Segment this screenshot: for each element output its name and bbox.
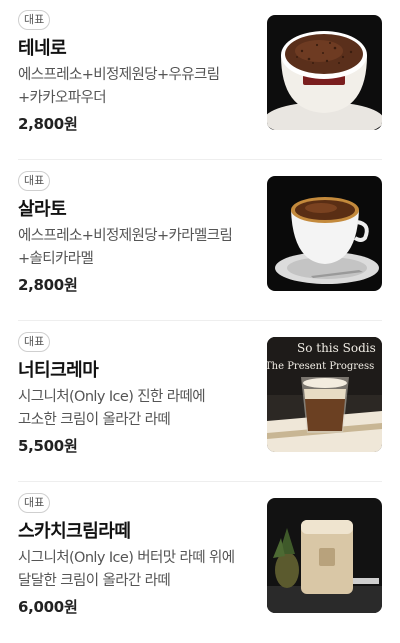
divider — [18, 481, 382, 482]
menu-item-tenero[interactable]: 대표 테네로 에스프레소+비정제원당+우유크림+카카오파우더 2,800원 — [0, 0, 400, 160]
menu-item-photo[interactable] — [267, 176, 382, 291]
menu-item-name: 스카치크림라떼 — [18, 521, 131, 542]
signature-badge: 대표 — [18, 171, 51, 191]
signature-badge: 대표 — [18, 493, 51, 513]
divider — [18, 320, 382, 321]
menu-item-photo[interactable]: So this Sodis The Present Progress — [267, 337, 382, 452]
menu-item-name: 테네로 — [18, 38, 67, 59]
menu-item-photo[interactable] — [267, 15, 382, 130]
menu-item-nutty-crema[interactable]: 대표 너티크레마 시그니처(Only Ice) 진한 라떼에 고소한 크림이 올… — [0, 322, 400, 482]
menu-item-name: 너티크레마 — [18, 360, 99, 381]
menu-item-name: 살라토 — [18, 199, 67, 220]
menu-item-description: 시그니처(Only Ice) 진한 라떼에 고소한 크림이 올라간 라떼 — [18, 389, 206, 428]
photo-text: The Present Progress — [267, 361, 374, 372]
menu-item-salato[interactable]: 대표 살라토 에스프레소+비정제원당+카라멜크림+솔티카라멜 2,800원 — [0, 161, 400, 321]
menu-item-price: 5,500원 — [18, 437, 78, 455]
photo-text: So this Sodis — [297, 341, 376, 355]
menu-item-description: 에스프레소+비정제원당+카라멜크림+솔티카라멜 — [18, 228, 233, 267]
menu-item-price: 6,000원 — [18, 598, 78, 616]
menu-list: 대표 테네로 에스프레소+비정제원당+우유크림+카카오파우더 2,800원 대표… — [0, 0, 400, 633]
signature-badge: 대표 — [18, 10, 51, 30]
menu-item-photo[interactable] — [267, 498, 382, 613]
signature-badge: 대표 — [18, 332, 51, 352]
menu-item-scotch-cream-latte[interactable]: 대표 스카치크림라떼 시그니처(Only Ice) 버터맛 라떼 위에 달달한 … — [0, 483, 400, 643]
scotch-cream-latte-photo — [267, 498, 382, 613]
nutty-crema-photo: So this Sodis The Present Progress — [267, 337, 382, 452]
salato-photo — [267, 176, 382, 291]
menu-item-price: 2,800원 — [18, 276, 78, 294]
menu-item-description: 에스프레소+비정제원당+우유크림+카카오파우더 — [18, 67, 220, 106]
divider — [18, 159, 382, 160]
menu-item-price: 2,800원 — [18, 115, 78, 133]
menu-item-description: 시그니처(Only Ice) 버터맛 라떼 위에 달달한 크림이 올라간 라떼 — [18, 550, 235, 589]
tenero-photo — [267, 15, 382, 130]
